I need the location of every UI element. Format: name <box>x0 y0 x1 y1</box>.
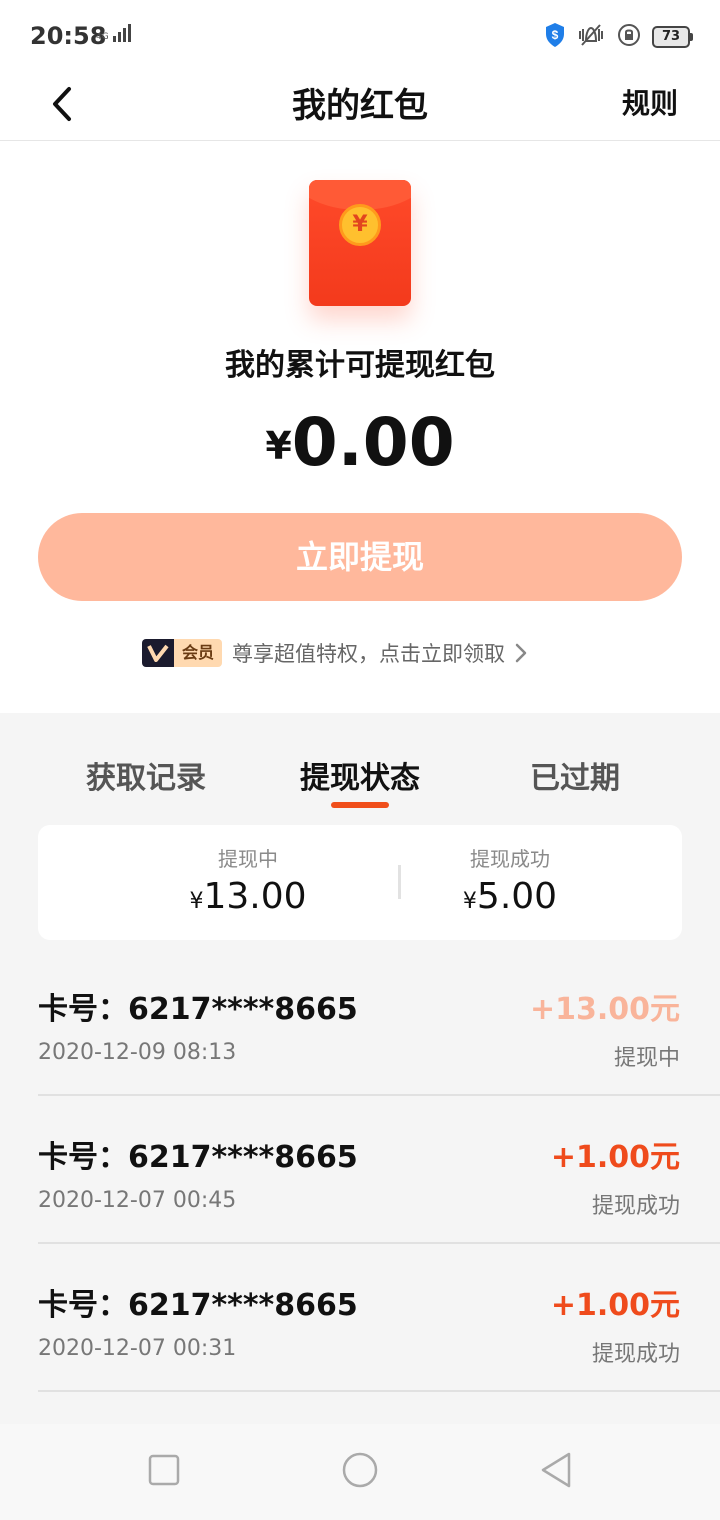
record-card-number: 卡号：6217****8665 <box>38 1140 358 1175</box>
status-icons: $ 73 <box>544 22 693 52</box>
record-status: 提现中 <box>613 1046 680 1071</box>
success-label: 提现成功 <box>470 847 550 871</box>
record-date: 2020-12-07 00:31 <box>38 1336 237 1361</box>
tab-obtain-records[interactable]: 获取记录 <box>86 753 206 797</box>
system-nav-bar <box>0 1424 720 1520</box>
status-bar: 20:58 4G $ 73 <box>0 0 720 72</box>
record-card-number: 卡号：6217****8665 <box>38 992 358 1027</box>
total-currency: ¥ <box>265 424 292 468</box>
shield-icon: $ <box>544 22 566 52</box>
signal-icon: 4G <box>96 24 131 42</box>
record-amount: +13.00元 <box>529 992 680 1027</box>
nav-bar: 我的红包 规则 <box>0 72 720 141</box>
tab-expired[interactable]: 已过期 <box>530 753 620 797</box>
withdraw-summary-card: 提现中 ¥13.00 提现成功 ¥5.00 <box>38 825 682 940</box>
record-amount: +1.00元 <box>550 1288 680 1323</box>
list-item[interactable]: 卡号：6217****8665 2020-12-09 08:13 +13.00元… <box>38 948 720 1096</box>
circle-icon <box>341 1451 379 1493</box>
record-status: 提现成功 <box>591 1194 680 1219</box>
tab-withdraw-status[interactable]: 提现状态 <box>300 753 420 797</box>
page-title: 我的红包 <box>292 86 428 126</box>
pending-value: 13.00 <box>203 876 307 917</box>
chevron-right-icon <box>515 643 527 663</box>
vip-promo-link[interactable]: 会员 尊享超值特权，点击立即领取 <box>142 636 527 670</box>
active-tab-indicator <box>331 802 389 808</box>
list-item[interactable]: 卡号：6217****8665 2020-12-07 00:31 +1.00元 … <box>38 1244 720 1392</box>
summary-divider <box>398 865 401 899</box>
record-status: 提现成功 <box>591 1342 680 1367</box>
total-amount: ¥0.00 <box>0 404 720 481</box>
record-card-number: 卡号：6217****8665 <box>38 1288 358 1323</box>
vip-badge: 会员 <box>142 639 223 667</box>
list-item[interactable]: 卡号：6217****8665 2020-12-07 00:45 +1.00元 … <box>38 1096 720 1244</box>
success-value: 5.00 <box>476 876 558 917</box>
yuan-coin-icon: ¥ <box>339 204 381 246</box>
network-type: 4G <box>96 32 109 42</box>
triangle-left-icon <box>539 1451 573 1493</box>
success-amount: ¥5.00 <box>410 876 610 917</box>
vip-badge-label: 会员 <box>174 639 223 667</box>
battery-icon: 73 <box>652 26 693 48</box>
square-icon <box>148 1454 180 1490</box>
records-section: 获取记录 提现状态 已过期 提现中 ¥13.00 提现成功 ¥5.00 卡号：6… <box>0 713 720 1424</box>
svg-text:$: $ <box>552 28 559 42</box>
success-currency: ¥ <box>462 889 477 914</box>
home-button[interactable] <box>340 1452 380 1492</box>
rotation-lock-icon <box>616 22 642 52</box>
pending-currency: ¥ <box>189 889 204 914</box>
pending-label: 提现中 <box>218 847 278 871</box>
pending-summary: 提现中 ¥13.00 <box>148 843 348 917</box>
red-envelope-icon: ¥ <box>309 180 411 306</box>
record-amount: +1.00元 <box>550 1140 680 1175</box>
recent-apps-button[interactable] <box>144 1452 184 1492</box>
success-summary: 提现成功 ¥5.00 <box>410 843 610 917</box>
status-time: 20:58 <box>30 22 107 50</box>
total-value: 0.00 <box>291 404 455 481</box>
withdraw-button[interactable]: 立即提现 <box>38 513 682 601</box>
total-label: 我的累计可提现红包 <box>225 348 495 383</box>
system-back-button[interactable] <box>536 1452 576 1492</box>
record-date: 2020-12-07 00:45 <box>38 1188 237 1213</box>
vip-description: 尊享超值特权，点击立即领取 <box>232 642 506 666</box>
record-date: 2020-12-09 08:13 <box>38 1040 237 1065</box>
vibrate-icon <box>576 22 606 52</box>
vip-logo-icon <box>142 639 174 667</box>
rules-link[interactable]: 规则 <box>622 82 678 122</box>
pending-amount: ¥13.00 <box>148 876 348 917</box>
